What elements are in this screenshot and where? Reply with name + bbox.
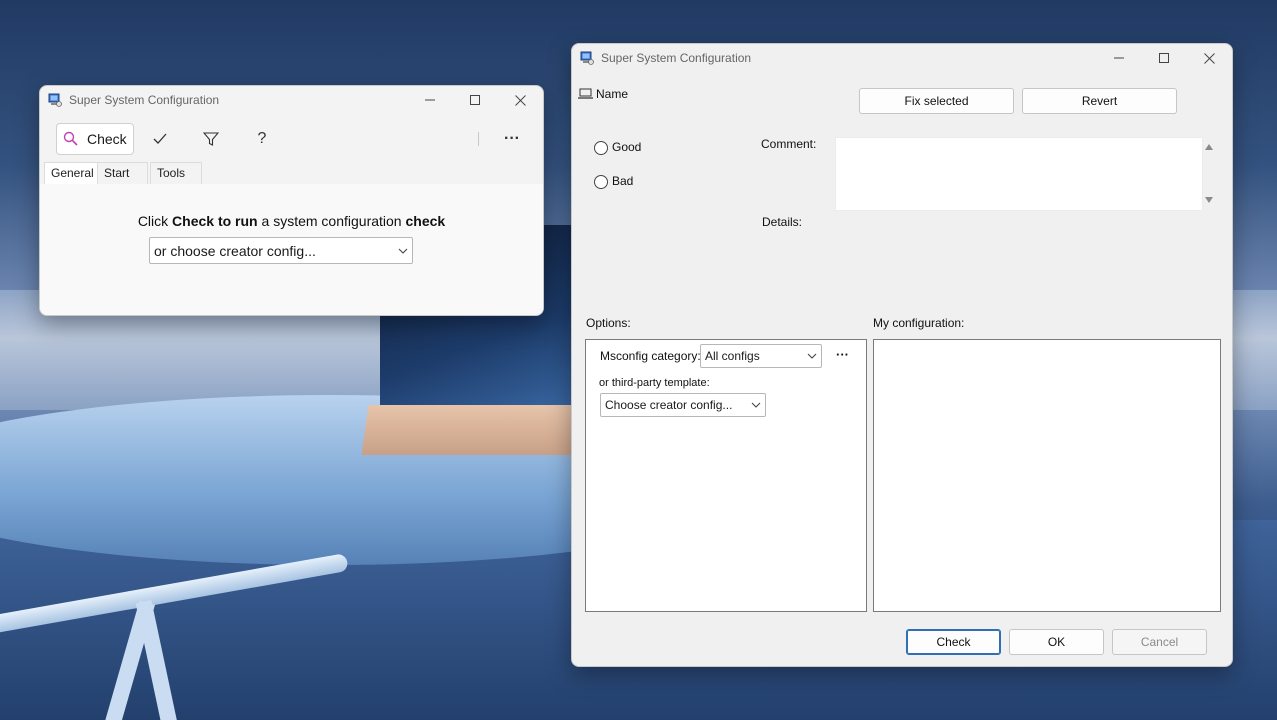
details-label: Details: <box>762 215 803 229</box>
more-icon: ··· <box>504 130 520 147</box>
instruction-bold: Check to run <box>172 213 258 229</box>
main-config-window: Super System Configuration Name Fix sele… <box>571 43 1233 667</box>
more-options-button[interactable]: ··· <box>500 128 524 150</box>
comment-label: Comment: <box>761 137 817 151</box>
titlebar[interactable]: Super System Configuration <box>40 86 543 114</box>
computer-app-icon <box>48 93 62 107</box>
tab-start-label: Start <box>104 166 130 180</box>
good-radio[interactable] <box>594 141 608 155</box>
my-configuration-panel[interactable] <box>873 339 1221 612</box>
bad-label: Bad <box>612 174 634 188</box>
toolbar-separator <box>478 132 479 146</box>
template-value: Choose creator config... <box>605 398 733 412</box>
maximize-icon <box>470 95 480 105</box>
tab-general-label: General <box>51 166 94 180</box>
chevron-down-icon <box>751 402 761 408</box>
ok-button[interactable]: OK <box>1009 629 1104 655</box>
minimize-button[interactable] <box>407 86 453 114</box>
maximize-button[interactable] <box>1141 44 1187 72</box>
tab-tools-label: Tools <box>157 166 186 180</box>
help-button[interactable]: ? <box>250 128 274 150</box>
close-button[interactable] <box>1186 44 1232 72</box>
tab-bar: General Start Tools <box>40 162 543 185</box>
comment-textarea[interactable] <box>835 137 1203 211</box>
help-icon: ? <box>257 130 267 147</box>
minimize-button[interactable] <box>1096 44 1142 72</box>
check-button-label: Check <box>87 131 127 147</box>
bad-radio[interactable] <box>594 175 608 189</box>
chevron-down-icon <box>807 353 817 359</box>
minimize-icon <box>1114 57 1124 59</box>
close-button[interactable] <box>497 86 543 114</box>
maximize-icon <box>1159 53 1169 63</box>
scroll-down-icon[interactable] <box>1204 196 1214 204</box>
instruction-part: a system configuration <box>257 213 406 229</box>
checkmark-icon <box>153 133 167 144</box>
tab-start[interactable]: Start <box>97 162 148 184</box>
ok-button-label: OK <box>1047 635 1066 649</box>
revert-label: Revert <box>1081 94 1118 108</box>
close-icon <box>1203 52 1215 64</box>
fix-selected-label: Fix selected <box>904 94 969 108</box>
titlebar[interactable]: Super System Configuration <box>572 44 1232 72</box>
fix-selected-button[interactable]: Fix selected <box>859 88 1014 114</box>
my-configuration-label: My configuration: <box>873 316 965 330</box>
maximize-button[interactable] <box>452 86 498 114</box>
category-more-button[interactable]: ··· <box>836 347 849 362</box>
chevron-down-icon <box>398 248 408 254</box>
close-icon <box>514 94 526 106</box>
instruction-text: Click Check to run a system configuratio… <box>40 213 543 229</box>
window-title: Super System Configuration <box>601 51 752 65</box>
instruction-part: Click <box>137 213 173 229</box>
revert-button[interactable]: Revert <box>1022 88 1177 114</box>
check-button-label: Check <box>936 635 971 649</box>
msconfig-category-select[interactable]: All configs <box>700 344 822 368</box>
instruction-bold: check <box>405 213 446 229</box>
options-panel: Msconfig category: All configs ··· or th… <box>585 339 867 612</box>
cancel-button[interactable]: Cancel <box>1112 629 1207 655</box>
accept-button[interactable] <box>148 128 172 150</box>
cancel-button-label: Cancel <box>1140 635 1179 649</box>
general-tab-content: Click Check to run a system configuratio… <box>40 184 543 315</box>
window-title: Super System Configuration <box>69 93 220 107</box>
scroll-up-icon[interactable] <box>1204 143 1214 151</box>
filter-icon <box>203 132 219 146</box>
tab-tools[interactable]: Tools <box>150 162 202 184</box>
check-button[interactable]: Check <box>56 123 134 155</box>
computer-app-icon <box>580 51 594 65</box>
tab-general[interactable]: General <box>44 162 101 185</box>
creator-config-select[interactable]: or choose creator config... <box>149 237 413 264</box>
small-config-window: Super System Configuration Check ? ··· G… <box>39 85 544 316</box>
creator-config-value: or choose creator config... <box>154 242 316 259</box>
minimize-icon <box>425 99 435 101</box>
background-laptop-base <box>361 405 584 455</box>
template-select[interactable]: Choose creator config... <box>600 393 766 417</box>
magnifier-icon <box>63 131 78 146</box>
msconfig-category-value: All configs <box>705 349 760 363</box>
good-label: Good <box>612 140 642 154</box>
msconfig-category-label: Msconfig category: <box>600 349 701 363</box>
third-party-template-label: or third-party template: <box>599 377 710 389</box>
toolbar: Check ? ··· <box>40 122 543 162</box>
check-button[interactable]: Check <box>906 629 1001 655</box>
laptop-icon <box>578 88 593 99</box>
options-label: Options: <box>586 316 631 330</box>
filter-button[interactable] <box>199 128 223 150</box>
name-label: Name <box>596 87 629 101</box>
